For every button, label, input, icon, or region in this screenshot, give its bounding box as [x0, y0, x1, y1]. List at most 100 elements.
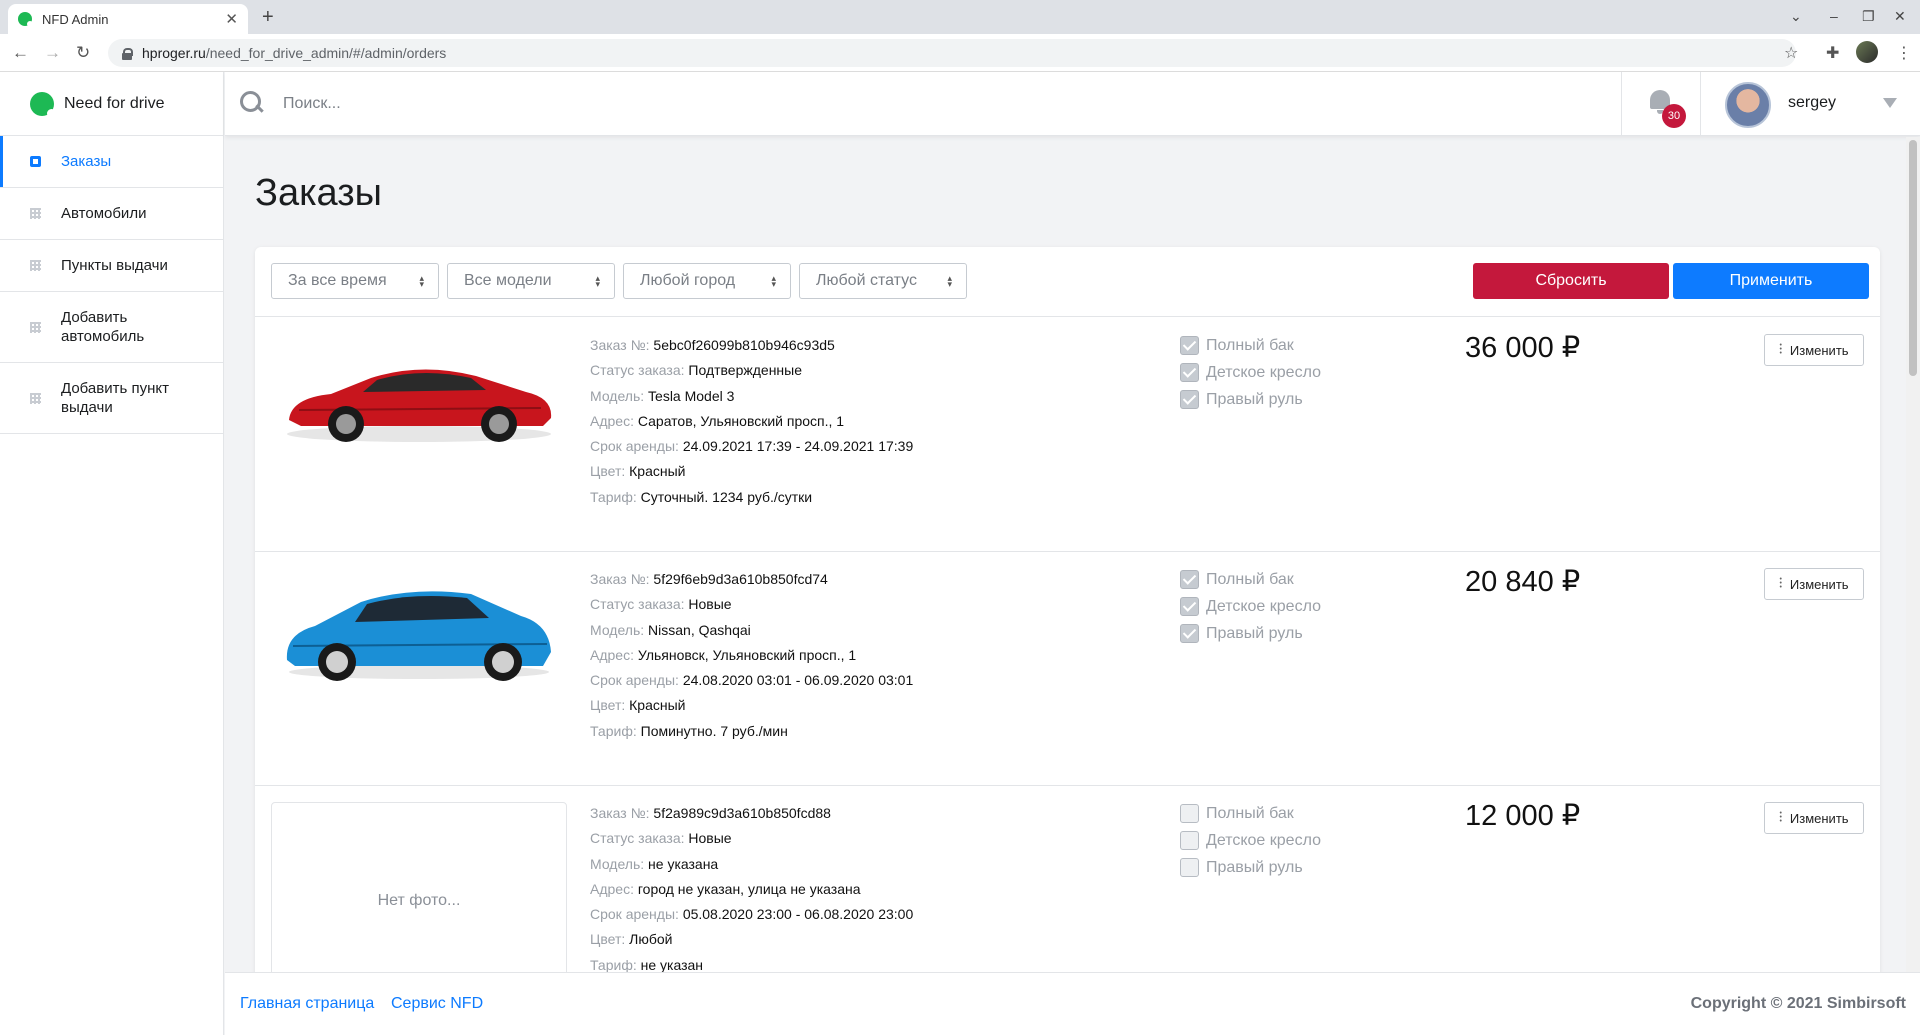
search-input[interactable] [283, 90, 783, 118]
minimize-icon[interactable]: – [1830, 8, 1838, 24]
tab-search-icon[interactable]: ⌄ [1790, 8, 1802, 25]
brand-logo[interactable]: Need for drive [0, 72, 223, 136]
option-full-tank: Полный бак [1180, 800, 1321, 827]
notifications-button[interactable]: 30 [1621, 72, 1701, 136]
sidebar-item-points[interactable]: Пункты выдачи [0, 240, 223, 292]
sidebar-item-add-point[interactable]: Добавить пункт выдачи [0, 363, 223, 434]
footer-link-service[interactable]: Сервис NFD [391, 995, 483, 1013]
grid-icon [30, 321, 41, 333]
browser-tab[interactable]: NFD Admin ✕ [8, 4, 248, 34]
chevron-down-icon[interactable] [1883, 98, 1897, 108]
order-color: Красный [629, 697, 686, 714]
order-address-label: Адрес: [590, 412, 634, 429]
apply-button[interactable]: Применить [1673, 263, 1869, 299]
new-tab-button[interactable]: + [262, 6, 274, 29]
logo-icon [30, 91, 56, 118]
option-label: Детское кресло [1206, 832, 1321, 849]
checkbox-full-tank[interactable] [1180, 570, 1199, 589]
order-period-label: Срок аренды: [590, 438, 679, 455]
order-model: не указана [648, 855, 719, 872]
order-options: Полный бак Детское кресло Правый руль [1180, 800, 1321, 881]
filter-value: За все время [288, 272, 387, 289]
scrollbar-thumb[interactable] [1909, 140, 1917, 376]
edit-order-button[interactable]: • • • Изменить [1764, 568, 1864, 600]
order-color-label: Цвет: [590, 697, 626, 714]
no-photo-placeholder: Нет фото... [271, 802, 567, 972]
document-icon [30, 156, 41, 167]
close-window-icon[interactable]: ✕ [1894, 8, 1906, 25]
order-rate: не указан [640, 956, 704, 972]
select-arrows-icon: ▴ ▾ [595, 273, 600, 289]
brand-name: Need for drive [64, 94, 165, 112]
extensions-icon[interactable]: ✚ [1826, 43, 1839, 63]
order-status: Новые [688, 830, 732, 847]
car-photo [286, 591, 551, 681]
avatar[interactable] [1725, 82, 1771, 128]
url-host: hproger.ru [142, 45, 206, 61]
checkbox-child-seat[interactable] [1180, 831, 1199, 850]
back-icon[interactable]: ← [12, 43, 29, 63]
order-rate-label: Тариф: [590, 488, 637, 505]
profile-avatar[interactable] [1856, 41, 1878, 63]
address-bar[interactable]: hproger.ru/need_for_drive_admin/#/admin/… [108, 39, 1796, 67]
order-model-label: Модель: [590, 855, 645, 872]
checkbox-full-tank[interactable] [1180, 804, 1199, 823]
option-label: Полный бак [1206, 571, 1294, 588]
option-label: Полный бак [1206, 337, 1294, 354]
reset-button[interactable]: Сбросить [1473, 263, 1669, 299]
footer-link-home[interactable]: Главная страница [240, 995, 374, 1013]
sidebar-item-add-car[interactable]: Добавить автомобиль [0, 292, 223, 363]
sidebar-item-label: Добавить пункт выдачи [61, 380, 169, 416]
option-full-tank: Полный бак [1180, 332, 1321, 359]
order-number-label: Заказ №: [590, 571, 650, 587]
footer: Главная страница Сервис NFD Copyright © … [225, 972, 1920, 1035]
main-content: Заказы За все время ▴ ▾ Все модели ▴ ▾ Люб… [225, 137, 1906, 972]
dots-icon: • • • [1779, 576, 1782, 591]
option-right-wheel: Правый руль [1180, 386, 1321, 413]
checkbox-child-seat[interactable] [1180, 597, 1199, 616]
lock-icon[interactable] [122, 47, 133, 60]
edit-label: Изменить [1789, 810, 1849, 826]
forward-icon[interactable]: → [44, 43, 61, 63]
page-title: Заказы [255, 172, 382, 214]
order-row: Заказ №: 5ebc0f26099b810b946c93d5 Статус… [255, 318, 1880, 552]
restore-icon[interactable]: ❐ [1862, 8, 1875, 25]
reload-icon[interactable]: ↻ [76, 43, 90, 63]
browser-menu-icon[interactable]: ⋮ [1896, 43, 1912, 63]
select-arrows-icon: ▴ ▾ [771, 273, 776, 289]
filter-period-select[interactable]: За все время ▴ ▾ [271, 263, 439, 299]
edit-order-button[interactable]: • • • Изменить [1764, 802, 1864, 834]
search-icon[interactable] [240, 91, 264, 115]
option-label: Правый руль [1206, 391, 1303, 408]
filter-status-select[interactable]: Любой статус ▴ ▾ [799, 263, 967, 299]
checkbox-full-tank[interactable] [1180, 336, 1199, 355]
favicon-icon [18, 12, 33, 27]
checkbox-child-seat[interactable] [1180, 363, 1199, 382]
sidebar: Need for drive Заказы Автомобили Пункты … [0, 72, 224, 1035]
dots-icon: • • • [1779, 342, 1782, 357]
filter-city-select[interactable]: Любой город ▴ ▾ [623, 263, 791, 299]
username[interactable]: sergey [1788, 94, 1836, 112]
tab-close-icon[interactable]: ✕ [225, 10, 238, 28]
order-status-label: Статус заказа: [590, 362, 685, 379]
filter-model-select[interactable]: Все модели ▴ ▾ [447, 263, 615, 299]
sidebar-item-cars[interactable]: Автомобили [0, 188, 223, 240]
checkbox-right-wheel[interactable] [1180, 390, 1199, 409]
order-color: Любой [629, 931, 673, 948]
order-row: Нет фото... Заказ №: 5f2a989c9d3a610b850… [255, 786, 1880, 972]
checkbox-right-wheel[interactable] [1180, 858, 1199, 877]
order-model-label: Модель: [590, 621, 645, 638]
order-rate-label: Тариф: [590, 722, 637, 739]
order-number: 5f29f6eb9d3a610b850fcd74 [653, 571, 828, 587]
bookmark-star-icon[interactable]: ☆ [1784, 43, 1798, 63]
option-label: Правый руль [1206, 625, 1303, 642]
sidebar-item-orders[interactable]: Заказы [0, 136, 223, 188]
order-address-label: Адрес: [590, 880, 634, 897]
order-rate: Поминутно. 7 руб./мин [640, 722, 788, 739]
sidebar-item-label: Добавить автомобиль [61, 309, 145, 345]
edit-order-button[interactable]: • • • Изменить [1764, 334, 1864, 366]
order-details: Заказ №: 5f29f6eb9d3a610b850fcd74 Статус… [590, 567, 913, 744]
select-arrows-icon: ▴ ▾ [947, 273, 952, 289]
checkbox-right-wheel[interactable] [1180, 624, 1199, 643]
filter-value: Любой город [640, 272, 736, 289]
